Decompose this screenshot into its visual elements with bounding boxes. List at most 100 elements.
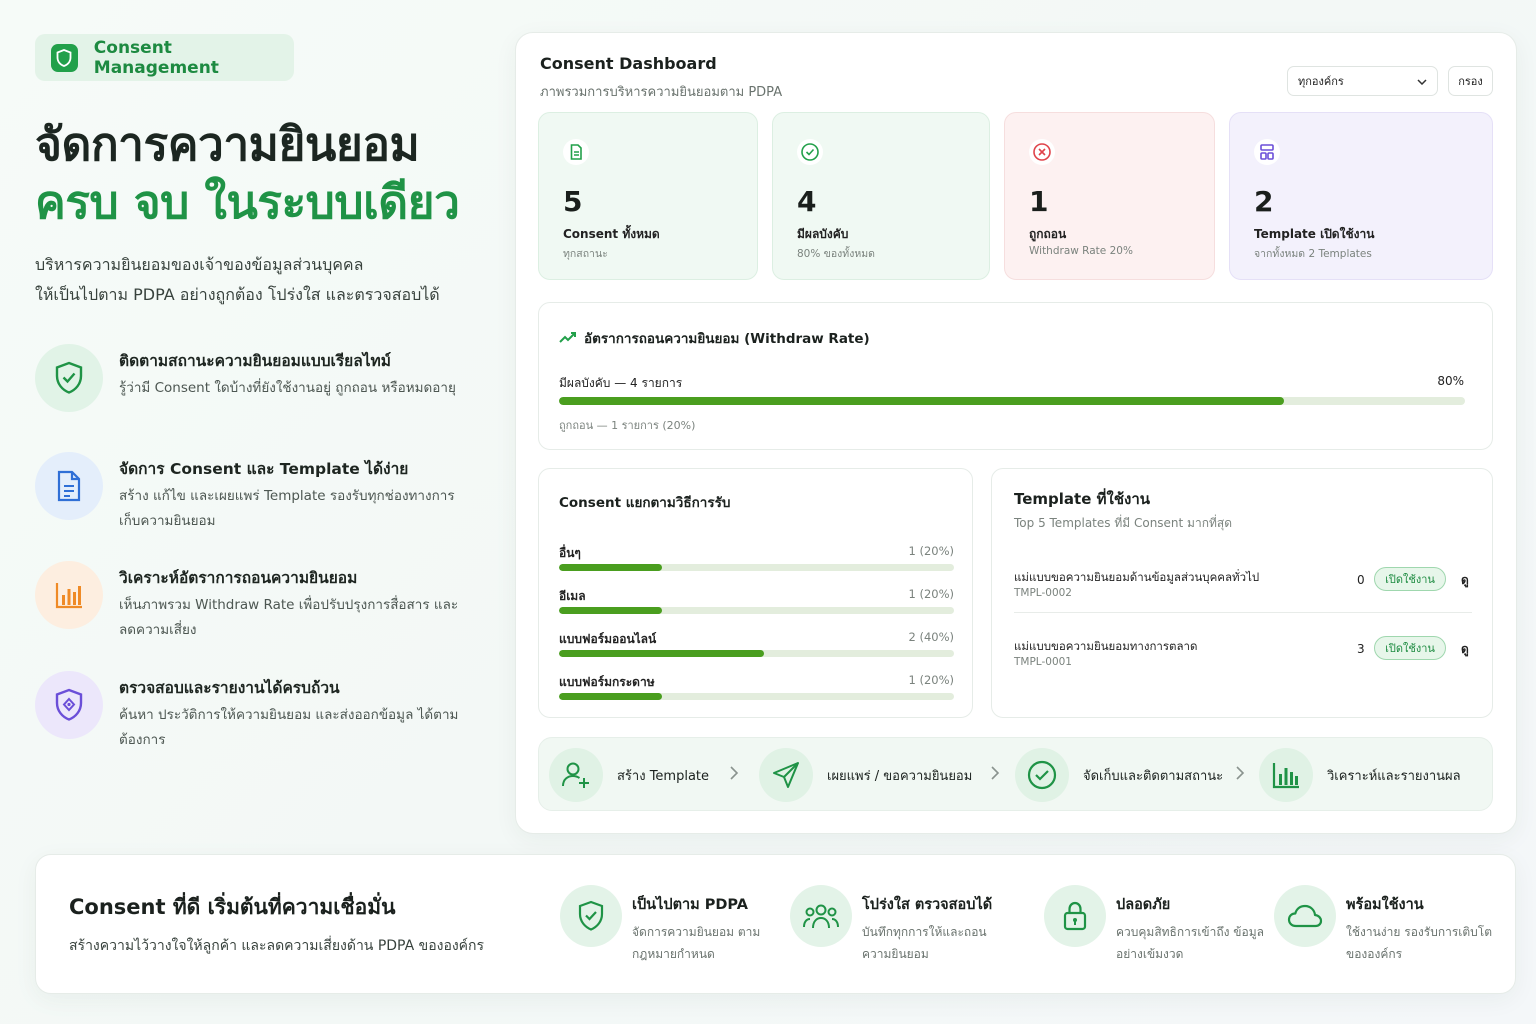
send-icon [759, 748, 813, 802]
benefit-title: เป็นไปตาม PDPA [632, 897, 748, 913]
feature-description: รู้ว่ามี Consent ใดบ้างที่ยังใช้งานอยู่ … [119, 380, 456, 396]
layout-icon [1254, 139, 1280, 169]
stat-card-withdrawn: 1 ถูกถอน Withdraw Rate 20% [1004, 112, 1215, 280]
trust-banner-title: Consent ที่ดี เริ่มต้นที่ความเชื่อมั่น [69, 895, 396, 919]
flow-step-label: วิเคราะห์และรายงานผล [1327, 768, 1461, 784]
template-consent-count: 3 [1357, 642, 1365, 656]
benefit-description: ควบคุมสิทธิการเข้าถึง ข้อมูลอย่างเข้มงวด [1116, 925, 1264, 961]
chevron-right-icon [990, 765, 1000, 784]
x-circle-icon [1029, 139, 1055, 169]
channel-label: แบบฟอร์มกระดาษ [559, 675, 655, 689]
flow-step-label: จัดเก็บและติดตามสถานะ [1083, 768, 1224, 784]
stat-sublabel: Withdraw Rate 20% [1029, 245, 1133, 257]
trending-up-icon [559, 328, 577, 347]
feature-title: ติดตามสถานะความยินยอมแบบเรียลไทม์ [119, 352, 391, 370]
benefit-security: ปลอดภัย ควบคุมสิทธิการเข้าถึง ข้อมูลอย่า… [1044, 885, 1264, 975]
feature-description: ค้นหา ประวัติการให้ความยินยอม และส่งออกข… [119, 707, 459, 748]
organization-select-value: ทุกองค์กร [1298, 75, 1344, 88]
channel-track [559, 650, 954, 657]
stat-sublabel: ทุกสถานะ [563, 248, 608, 260]
trust-banner: Consent ที่ดี เริ่มต้นที่ความเชื่อมั่น ส… [35, 854, 1516, 994]
flow-step-analyze-report[interactable]: วิเคราะห์และรายงานผล [1259, 748, 1461, 802]
shield-check-icon [560, 885, 622, 947]
channel-track [559, 607, 954, 614]
channel-card-title: Consent แยกตามวิธีการรับ [559, 495, 731, 511]
hero-heading-line2: ครบ จบ ในระบบเดียว [35, 175, 460, 229]
benefit-title: ปลอดภัย [1116, 897, 1171, 913]
withdraw-rate-card: อัตราการถอนความยินยอม (Withdraw Rate) มี… [538, 302, 1493, 450]
view-template-link[interactable]: ดู [1461, 571, 1469, 590]
benefit-title: โปร่งใส ตรวจสอบได้ [862, 897, 993, 913]
channel-track [559, 693, 954, 700]
channel-track [559, 564, 954, 571]
users-icon [790, 885, 852, 947]
stat-label: Template เปิดใช้งาน [1254, 227, 1375, 241]
organization-select[interactable]: ทุกองค์กร [1287, 66, 1438, 96]
feature-manage-templates: จัดการ Consent และ Template ได้ง่าย สร้า… [35, 452, 475, 542]
template-code: TMPL-0001 [1014, 656, 1072, 668]
chevron-right-icon [1235, 765, 1245, 784]
stat-card-total: 5 Consent ทั้งหมด ทุกสถานะ [538, 112, 758, 280]
flow-step-label: เผยแพร่ / ขอความยินยอม [827, 768, 973, 784]
withdrawn-count-label: ถูกถอน — 1 รายการ (20%) [559, 419, 696, 432]
feature-audit-report: ตรวจสอบและรายงานได้ครบถ้วน ค้นหา ประวัติ… [35, 671, 475, 761]
benefit-description: ใช้งานง่าย รองรับการเติบโต ขององค์กร [1346, 925, 1493, 961]
shield-check-icon [35, 344, 103, 412]
withdraw-rate-title: อัตราการถอนความยินยอม (Withdraw Rate) [584, 331, 870, 347]
channel-row: แบบฟอร์มออนไลน์ 2 (40%) [559, 630, 954, 664]
document-icon [35, 452, 103, 520]
lock-icon [1044, 885, 1106, 947]
chevron-right-icon [729, 765, 739, 784]
shield-lock-icon [35, 671, 103, 739]
status-badge: เปิดใช้งาน [1374, 636, 1446, 660]
bar-chart-icon [1259, 748, 1313, 802]
feature-description: สร้าง แก้ไข และเผยแพร่ Template รองรับทุ… [119, 488, 455, 529]
flow-step-publish[interactable]: เผยแพร่ / ขอความยินยอม [759, 748, 972, 802]
check-circle-icon [797, 139, 823, 169]
feature-title: จัดการ Consent และ Template ได้ง่าย [119, 460, 409, 478]
filter-button[interactable]: กรอง [1448, 66, 1493, 96]
channel-value: 2 (40%) [908, 630, 954, 644]
withdraw-progress-fill [559, 397, 1284, 405]
stat-card-active: 4 มีผลบังคับ 80% ของทั้งหมด [772, 112, 990, 280]
stat-label: ถูกถอน [1029, 227, 1067, 241]
benefit-description: บันทึกทุกการให้และถอน ความยินยอม [862, 925, 987, 961]
dashboard-subtitle: ภาพรวมการบริหารความยินยอมตาม PDPA [540, 85, 783, 100]
template-name: แม่แบบขอความยินยอมด้านข้อมูลส่วนบุคคลทั่… [1014, 570, 1260, 584]
chevron-down-icon [1417, 75, 1427, 88]
benefit-transparency: โปร่งใส ตรวจสอบได้ บันทึกทุกการให้และถอน… [790, 885, 1010, 975]
brand-label: Consent Management [93, 37, 219, 78]
stat-label: Consent ทั้งหมด [563, 227, 660, 241]
document-icon [563, 139, 589, 169]
divider [1014, 612, 1472, 613]
status-badge: เปิดใช้งาน [1374, 567, 1446, 591]
benefit-pdpa: เป็นไปตาม PDPA จัดการความยินยอม ตามกฎหมา… [560, 885, 780, 975]
flow-step-store-track[interactable]: จัดเก็บและติดตามสถานะ [1015, 748, 1223, 802]
channel-row: อีเมล 1 (20%) [559, 587, 954, 621]
channel-fill [559, 564, 662, 571]
template-name: แม่แบบขอความยินยอมทางการตลาด [1014, 639, 1198, 653]
template-code: TMPL-0002 [1014, 587, 1072, 599]
view-template-link[interactable]: ดู [1461, 640, 1469, 659]
active-templates-card: Template ที่ใช้งาน Top 5 Templates ที่มี… [991, 468, 1493, 718]
active-count-label: มีผลบังคับ — 4 รายการ [559, 376, 683, 390]
benefit-ready: พร้อมใช้งาน ใช้งานง่าย รองรับการเติบโต ข… [1274, 885, 1494, 975]
withdraw-progress-track [559, 397, 1465, 405]
templates-card-subtitle: Top 5 Templates ที่มี Consent มากที่สุด [1014, 516, 1232, 530]
channel-value: 1 (20%) [908, 544, 954, 558]
feature-realtime-tracking: ติดตามสถานะความยินยอมแบบเรียลไทม์ รู้ว่า… [35, 344, 475, 434]
channel-fill [559, 693, 662, 700]
cloud-icon [1274, 885, 1336, 947]
stat-value: 2 [1254, 185, 1274, 218]
hero-description: บริหารความยินยอมของเจ้าของข้อมูลส่วนบุคค… [35, 255, 440, 304]
channel-row: แบบฟอร์มกระดาษ 1 (20%) [559, 673, 954, 707]
channel-value: 1 (20%) [908, 673, 954, 687]
workflow-steps: สร้าง Template เผยแพร่ / ขอความยินยอม จั… [538, 737, 1493, 811]
feature-title: ตรวจสอบและรายงานได้ครบถ้วน [119, 679, 340, 697]
user-plus-icon [549, 748, 603, 802]
channel-fill [559, 650, 765, 657]
dashboard-title: Consent Dashboard [540, 54, 717, 73]
stat-sublabel: จากทั้งหมด 2 Templates [1254, 248, 1372, 260]
flow-step-create-template[interactable]: สร้าง Template [549, 748, 709, 802]
benefit-title: พร้อมใช้งาน [1346, 897, 1424, 913]
